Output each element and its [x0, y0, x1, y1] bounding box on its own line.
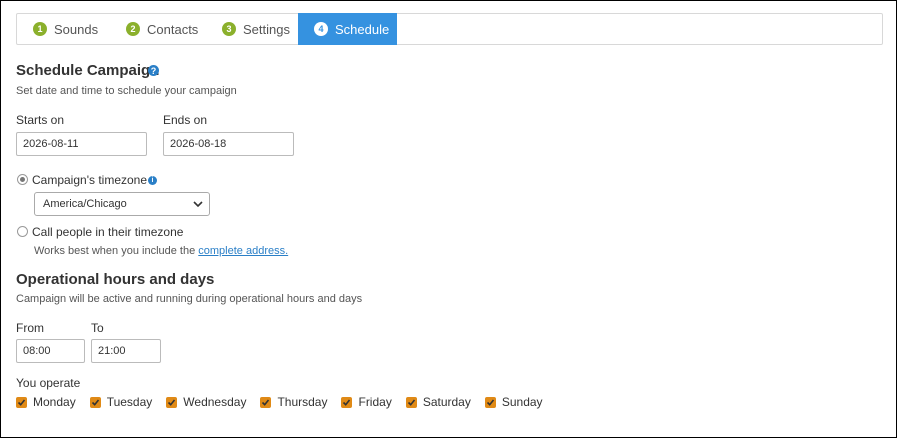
you-operate-label: You operate: [16, 376, 81, 390]
step-2-badge: 2: [126, 22, 140, 36]
chevron-down-icon: [193, 201, 203, 208]
day-friday[interactable]: Friday: [341, 395, 392, 409]
ends-on-label: Ends on: [163, 113, 208, 127]
tab-label: Contacts: [147, 21, 199, 37]
day-sunday[interactable]: Sunday: [484, 395, 543, 409]
starts-on-input[interactable]: [16, 132, 147, 156]
complete-address-link[interactable]: complete address.: [198, 245, 288, 257]
timezone-select[interactable]: America/Chicago: [34, 192, 210, 216]
checkbox-checked-icon[interactable]: [341, 396, 353, 408]
checkbox-checked-icon[interactable]: [16, 396, 27, 408]
checkbox-checked-icon[interactable]: [260, 396, 272, 408]
day-label: Saturday: [422, 395, 471, 409]
address-hint: Works best when you include the complete…: [34, 245, 288, 257]
tab-label: Schedule: [335, 21, 390, 37]
day-label: Thursday: [277, 395, 328, 409]
step-1-badge: 1: [33, 22, 47, 36]
tab-label: Sounds: [54, 21, 99, 37]
checkbox-checked-icon[interactable]: [405, 396, 417, 408]
wizard-tabs: 1 Sounds 2 Contacts 3 Settings 4 Schedul…: [16, 13, 883, 45]
from-time-input[interactable]: [16, 339, 85, 363]
schedule-title: Schedule Campaign: [16, 62, 160, 79]
campaign-timezone-radio[interactable]: [17, 174, 28, 185]
day-saturday[interactable]: Saturday: [405, 395, 471, 409]
step-3-badge: 3: [222, 22, 236, 36]
campaign-timezone-label: Campaign's timezone: [32, 173, 148, 187]
to-label: To: [91, 321, 104, 335]
people-timezone-label: Call people in their timezone: [32, 225, 184, 239]
timezone-value: America/Chicago: [43, 198, 127, 210]
day-label: Wednesday: [183, 395, 247, 409]
tab-label: Settings: [243, 21, 290, 37]
hint-text: Works best when you include the: [34, 245, 196, 257]
checkbox-checked-icon[interactable]: [89, 396, 101, 408]
days-checkbox-row: Monday Tuesday Wednesday Thursday Friday…: [16, 395, 557, 409]
from-label: From: [16, 321, 44, 335]
day-label: Sunday: [501, 395, 543, 409]
tab-contacts[interactable]: 2 Contacts: [110, 13, 206, 45]
people-timezone-radio[interactable]: [17, 226, 28, 237]
ends-on-input[interactable]: [163, 132, 294, 156]
tab-settings[interactable]: 3 Settings: [206, 13, 298, 45]
starts-on-label: Starts on: [16, 113, 65, 127]
day-wednesday[interactable]: Wednesday: [166, 395, 246, 409]
operational-subtitle: Campaign will be active and running duri…: [16, 293, 363, 305]
day-label: Tuesday: [106, 395, 153, 409]
day-tuesday[interactable]: Tuesday: [89, 395, 153, 409]
tab-sounds[interactable]: 1 Sounds: [17, 13, 110, 45]
checkbox-checked-icon[interactable]: [166, 396, 178, 408]
info-icon[interactable]: i: [148, 176, 157, 185]
step-4-badge: 4: [314, 22, 328, 36]
help-icon[interactable]: ?: [148, 65, 159, 76]
tab-schedule[interactable]: 4 Schedule: [298, 13, 397, 45]
day-monday[interactable]: Monday: [16, 395, 76, 409]
schedule-subtitle: Set date and time to schedule your campa…: [16, 85, 237, 97]
day-label: Friday: [358, 395, 392, 409]
to-time-input[interactable]: [91, 339, 161, 363]
day-thursday[interactable]: Thursday: [260, 395, 327, 409]
day-label: Monday: [33, 395, 76, 409]
operational-title: Operational hours and days: [16, 271, 215, 288]
checkbox-checked-icon[interactable]: [484, 396, 496, 408]
